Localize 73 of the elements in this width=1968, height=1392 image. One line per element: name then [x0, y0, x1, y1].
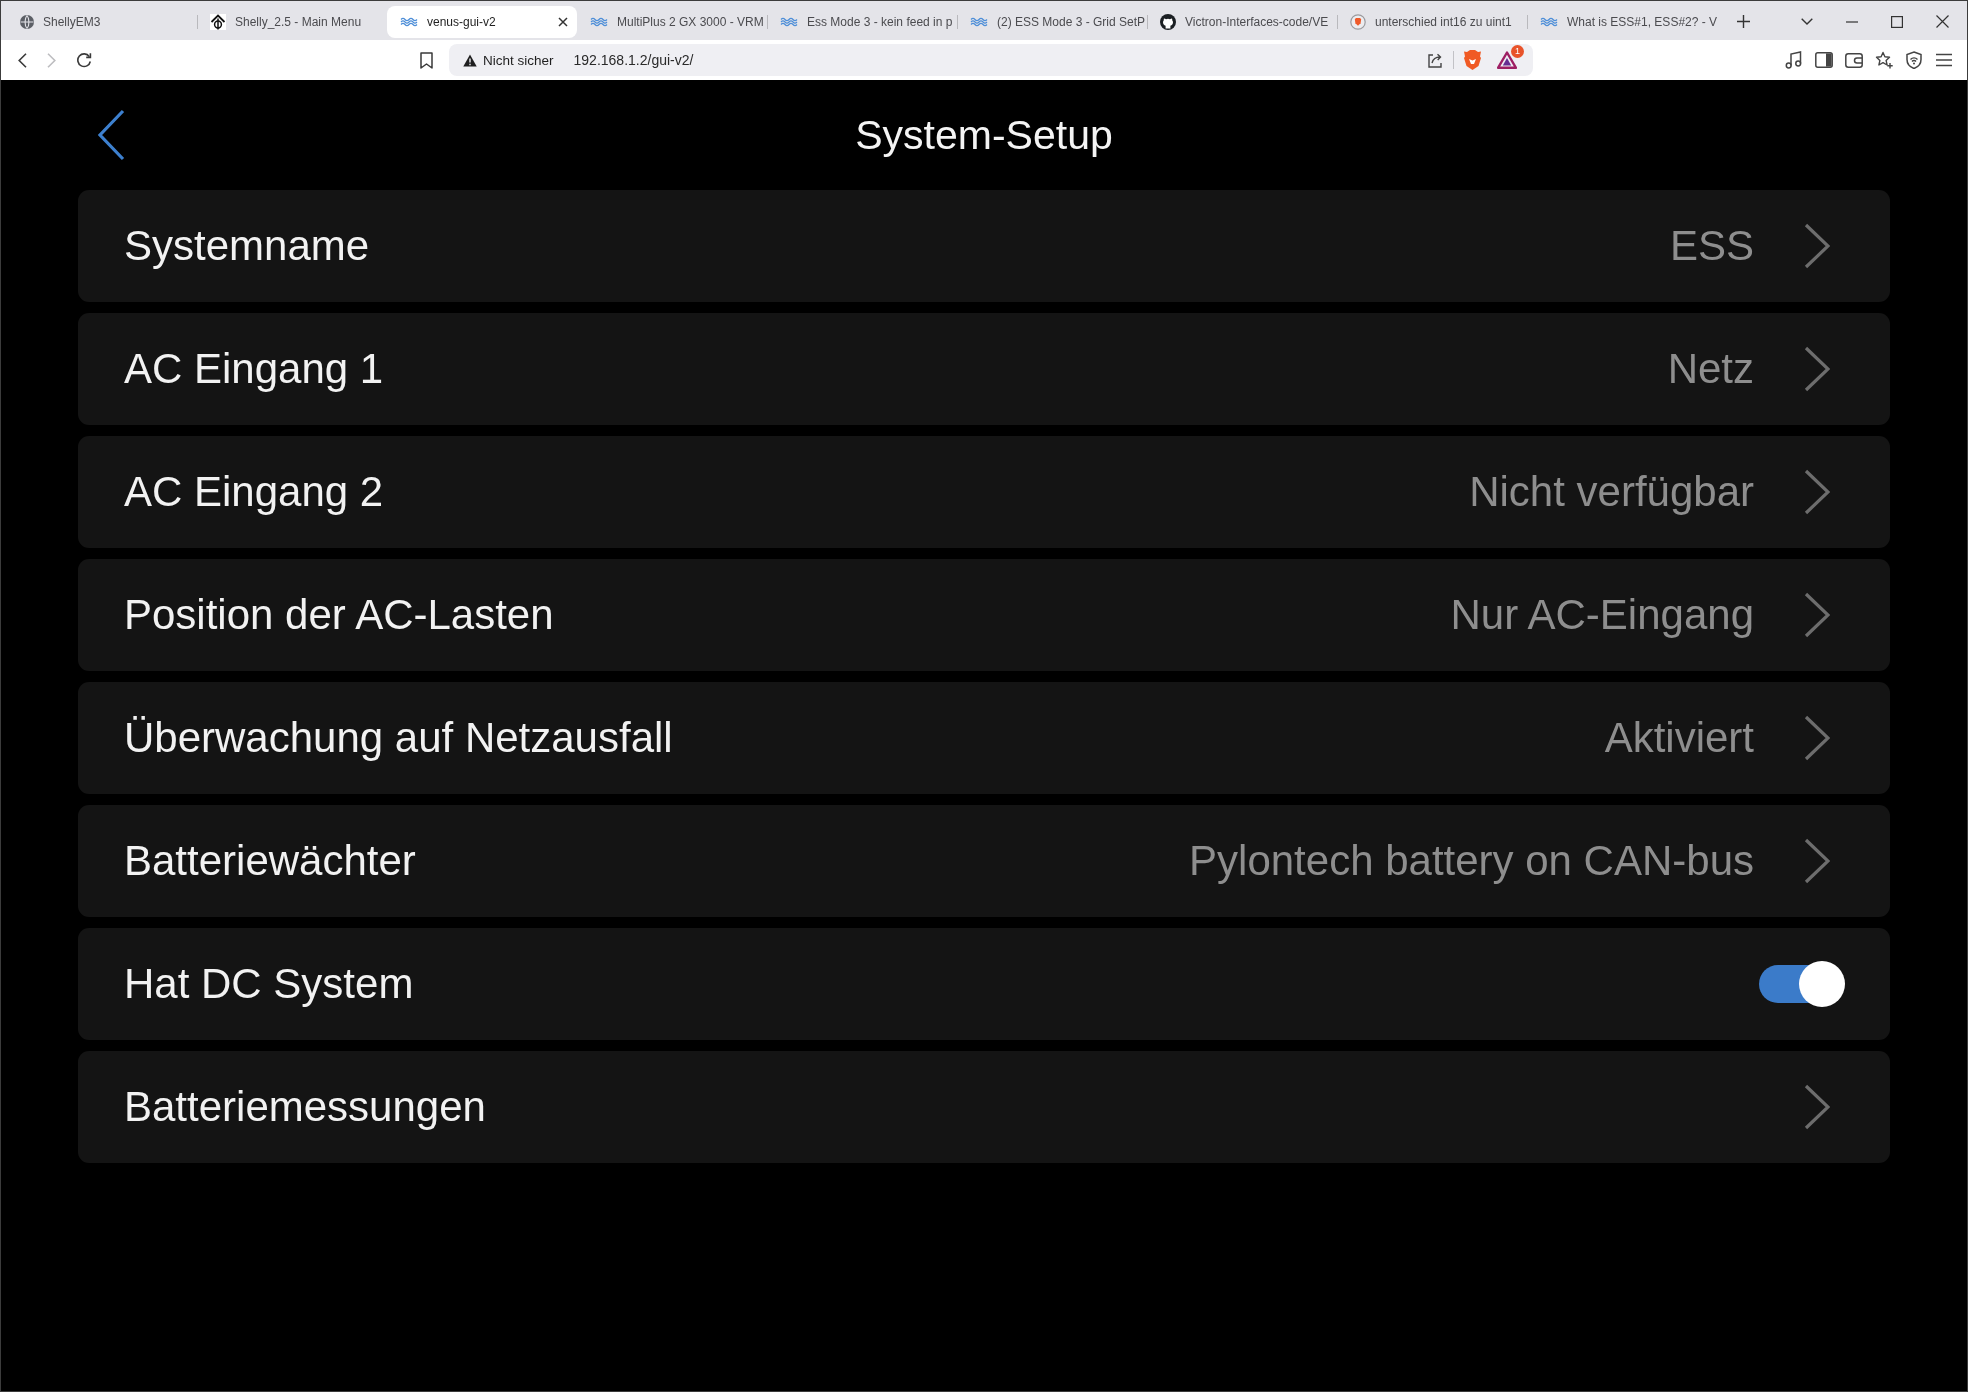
wave-icon	[590, 16, 608, 27]
back-icon[interactable]	[97, 109, 125, 161]
chevron-right-icon	[1804, 1084, 1830, 1130]
browser-tab[interactable]: venus-gui-v2	[387, 5, 577, 38]
row-label: Systemname	[124, 222, 371, 270]
share-icon[interactable]	[1427, 52, 1443, 68]
warning-icon	[463, 53, 477, 67]
chevron-right-icon	[1804, 592, 1830, 638]
row-value: Nur AC-Eingang	[1450, 591, 1754, 639]
chevron-right-icon	[1804, 838, 1830, 884]
row-value: Pylontech battery on CAN-bus	[1189, 837, 1754, 885]
chevron-right-icon	[1804, 346, 1830, 392]
shield-icon[interactable]	[1905, 51, 1923, 69]
security-indicator[interactable]: Nicht sicher	[459, 47, 558, 73]
row-value: Aktiviert	[1604, 714, 1754, 762]
settings-row[interactable]: Position der AC-Lasten Nur AC-Eingang	[78, 559, 1890, 671]
wallet-icon[interactable]	[1845, 51, 1863, 69]
close-icon[interactable]	[558, 16, 568, 27]
settings-row[interactable]: Systemname ESS	[78, 190, 1890, 302]
row-label: AC Eingang 2	[124, 468, 385, 516]
maximize-icon[interactable]	[1891, 15, 1903, 28]
settings-row[interactable]: Batteriewächter Pylontech battery on CAN-bus	[78, 805, 1890, 917]
sidebar-icon[interactable]	[1815, 51, 1833, 69]
reload-icon[interactable]	[76, 52, 92, 68]
wave-icon	[1540, 16, 1558, 27]
browser-tab[interactable]: What is ESS#1, ESS#2? - V	[1527, 5, 1717, 38]
bookmark-icon[interactable]	[420, 51, 433, 69]
settings-row[interactable]: AC Eingang 1 Netz	[78, 313, 1890, 425]
settings-row[interactable]: Hat DC System	[78, 928, 1890, 1040]
wave-icon	[780, 16, 798, 27]
plus-icon[interactable]	[1737, 15, 1750, 28]
row-label: Batteriewächter	[124, 837, 417, 885]
row-value: Nicht verfügbar	[1469, 468, 1754, 516]
minimize-icon[interactable]	[1846, 20, 1858, 23]
chevron-down-icon[interactable]	[1801, 18, 1813, 25]
cat-icon	[1160, 13, 1176, 30]
wave-icon	[970, 16, 988, 27]
row-label: Überwachung auf Netzausfall	[124, 714, 674, 762]
browser-tab[interactable]: unterschied int16 zu uint1	[1337, 5, 1527, 38]
close-icon[interactable]	[1936, 15, 1949, 28]
page-title: System-Setup	[855, 111, 1113, 159]
toggle-switch[interactable]	[1759, 961, 1845, 1007]
star-icon[interactable]	[1875, 51, 1893, 69]
lion-icon	[1350, 13, 1366, 30]
chevron-right-icon	[1804, 715, 1830, 761]
notification-badge: 1	[1511, 45, 1524, 58]
house-icon	[210, 13, 226, 30]
browser-tab[interactable]: Ess Mode 3 - kein feed in p	[767, 5, 957, 38]
browser-tab[interactable]: Shelly_2.5 - Main Menu	[197, 5, 387, 38]
address-field[interactable]: Nicht sicher 192.168.1.2/gui-v2/ 1	[449, 44, 1533, 76]
row-label: Batteriemessungen	[124, 1083, 487, 1131]
row-value: Netz	[1667, 345, 1754, 393]
browser-tab[interactable]: (2) ESS Mode 3 - Grid SetP	[957, 5, 1147, 38]
row-label: Hat DC System	[124, 960, 415, 1008]
row-value: ESS	[1669, 222, 1754, 270]
browser-tab[interactable]: MultiPlus 2 GX 3000 - VRM	[577, 5, 767, 38]
globe-icon	[20, 14, 34, 29]
row-label: Position der AC-Lasten	[124, 591, 555, 639]
chevron-right-icon	[1804, 469, 1830, 515]
browser-tab[interactable]: ShellyEM3	[7, 5, 197, 38]
back-icon[interactable]	[18, 52, 27, 68]
wave-icon	[400, 16, 418, 27]
browser-tab[interactable]: Victron-Interfaces-code/VE	[1147, 5, 1337, 38]
settings-row[interactable]: Überwachung auf Netzausfall Aktiviert	[78, 682, 1890, 794]
chevron-right-icon	[1804, 223, 1830, 269]
row-label: AC Eingang 1	[124, 345, 385, 393]
lion-icon[interactable]	[1464, 50, 1481, 70]
music-note-icon[interactable]	[1785, 51, 1803, 69]
settings-row[interactable]: Batteriemessungen	[78, 1051, 1890, 1163]
url-text: 192.168.1.2/gui-v2/	[573, 52, 694, 68]
menu-icon[interactable]	[1935, 51, 1953, 69]
triangle-icon[interactable]	[1497, 51, 1517, 69]
settings-row[interactable]: AC Eingang 2 Nicht verfügbar	[78, 436, 1890, 548]
